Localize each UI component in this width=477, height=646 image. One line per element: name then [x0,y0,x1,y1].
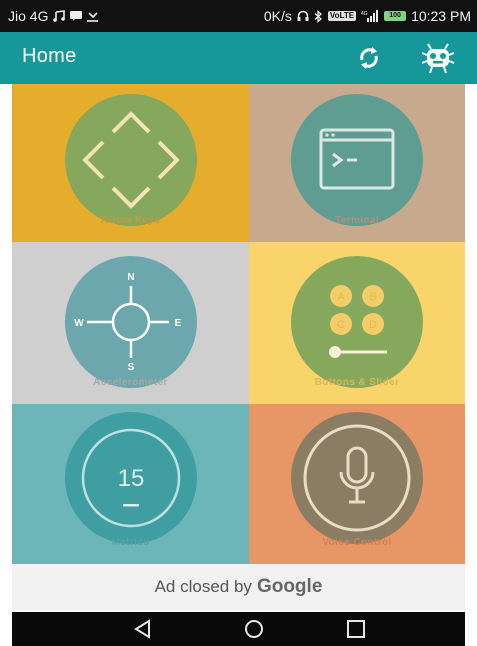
tile-terminal[interactable]: Terminal [249,84,465,242]
tile-label-terminal: Terminal [334,215,380,226]
recents-button[interactable] [345,618,367,645]
data-speed-label: 0K/s [263,8,292,24]
tile-accelerometer[interactable]: N E S W Accelerometer [12,242,249,404]
download-icon [87,10,99,22]
microphone-icon [291,412,423,544]
google-brand: Google [256,576,323,597]
button-c-label: C [337,319,345,331]
headphones-icon [297,10,309,22]
carrier-label: Jio 4G [8,8,49,24]
app-bar: Home [0,32,477,84]
signal-icon: 4G [361,10,379,22]
metrics-icon: 15 [64,412,197,544]
recents-icon [347,620,365,638]
button-a-label: A [337,291,345,303]
status-right: 0K/s VoLTE 4G 100 10:23 PM [264,8,471,24]
home-button[interactable] [243,618,265,645]
button-d-label: D [369,319,377,331]
ad-closed-text: Ad closed by [154,577,252,596]
tile-label-buttons-slider: Buttons & Slider [314,377,400,388]
controller-grid: Arrow Keys Terminal N E S W Acceleromete… [12,84,465,564]
arrow-keys-icon [64,94,197,226]
direction-w: W [74,318,84,329]
robot-icon [421,43,455,74]
page-title: Home [22,45,77,67]
metric-value: 15 [117,465,144,492]
tile-arrow-keys[interactable]: Arrow Keys [12,84,249,242]
tile-buttons-slider[interactable]: A B C D Buttons & Slider [249,242,465,404]
terminal-icon [291,94,423,226]
home-icon [245,620,263,638]
direction-n: N [127,272,134,283]
system-nav-bar [12,612,465,646]
tile-voice-control[interactable]: Voice Control [249,404,465,564]
tile-label-metrics: Metrics [111,537,150,548]
tile-label-arrow-keys: Arrow Keys [100,215,161,226]
bluetooth-icon [314,9,323,23]
direction-s: S [127,362,134,373]
clock-label: 10:23 PM [411,8,471,24]
ad-banner: Ad closed by Google [12,564,465,610]
message-icon [70,11,83,21]
robot-button[interactable] [420,40,456,76]
music-note-icon [53,10,66,22]
network-type-label: 4G [361,11,368,17]
compass-icon: N E S W [64,256,197,388]
status-bar: Jio 4G 0K/s VoLTE 4G 100 10:23 PM [0,0,477,32]
back-icon [134,619,150,639]
status-left: Jio 4G [8,8,99,24]
tile-label-voice-control: Voice Control [322,537,392,548]
refresh-button[interactable] [355,44,383,72]
volte-badge: VoLTE [327,11,357,21]
tile-label-accelerometer: Accelerometer [93,377,168,388]
battery-icon: 100 [384,11,407,21]
refresh-icon [360,47,378,69]
button-b-label: B [369,291,376,303]
buttons-slider-icon: A B C D [291,256,423,388]
back-button[interactable] [132,618,154,645]
tile-metrics[interactable]: 15 Metrics [12,404,249,564]
direction-e: E [174,318,181,329]
